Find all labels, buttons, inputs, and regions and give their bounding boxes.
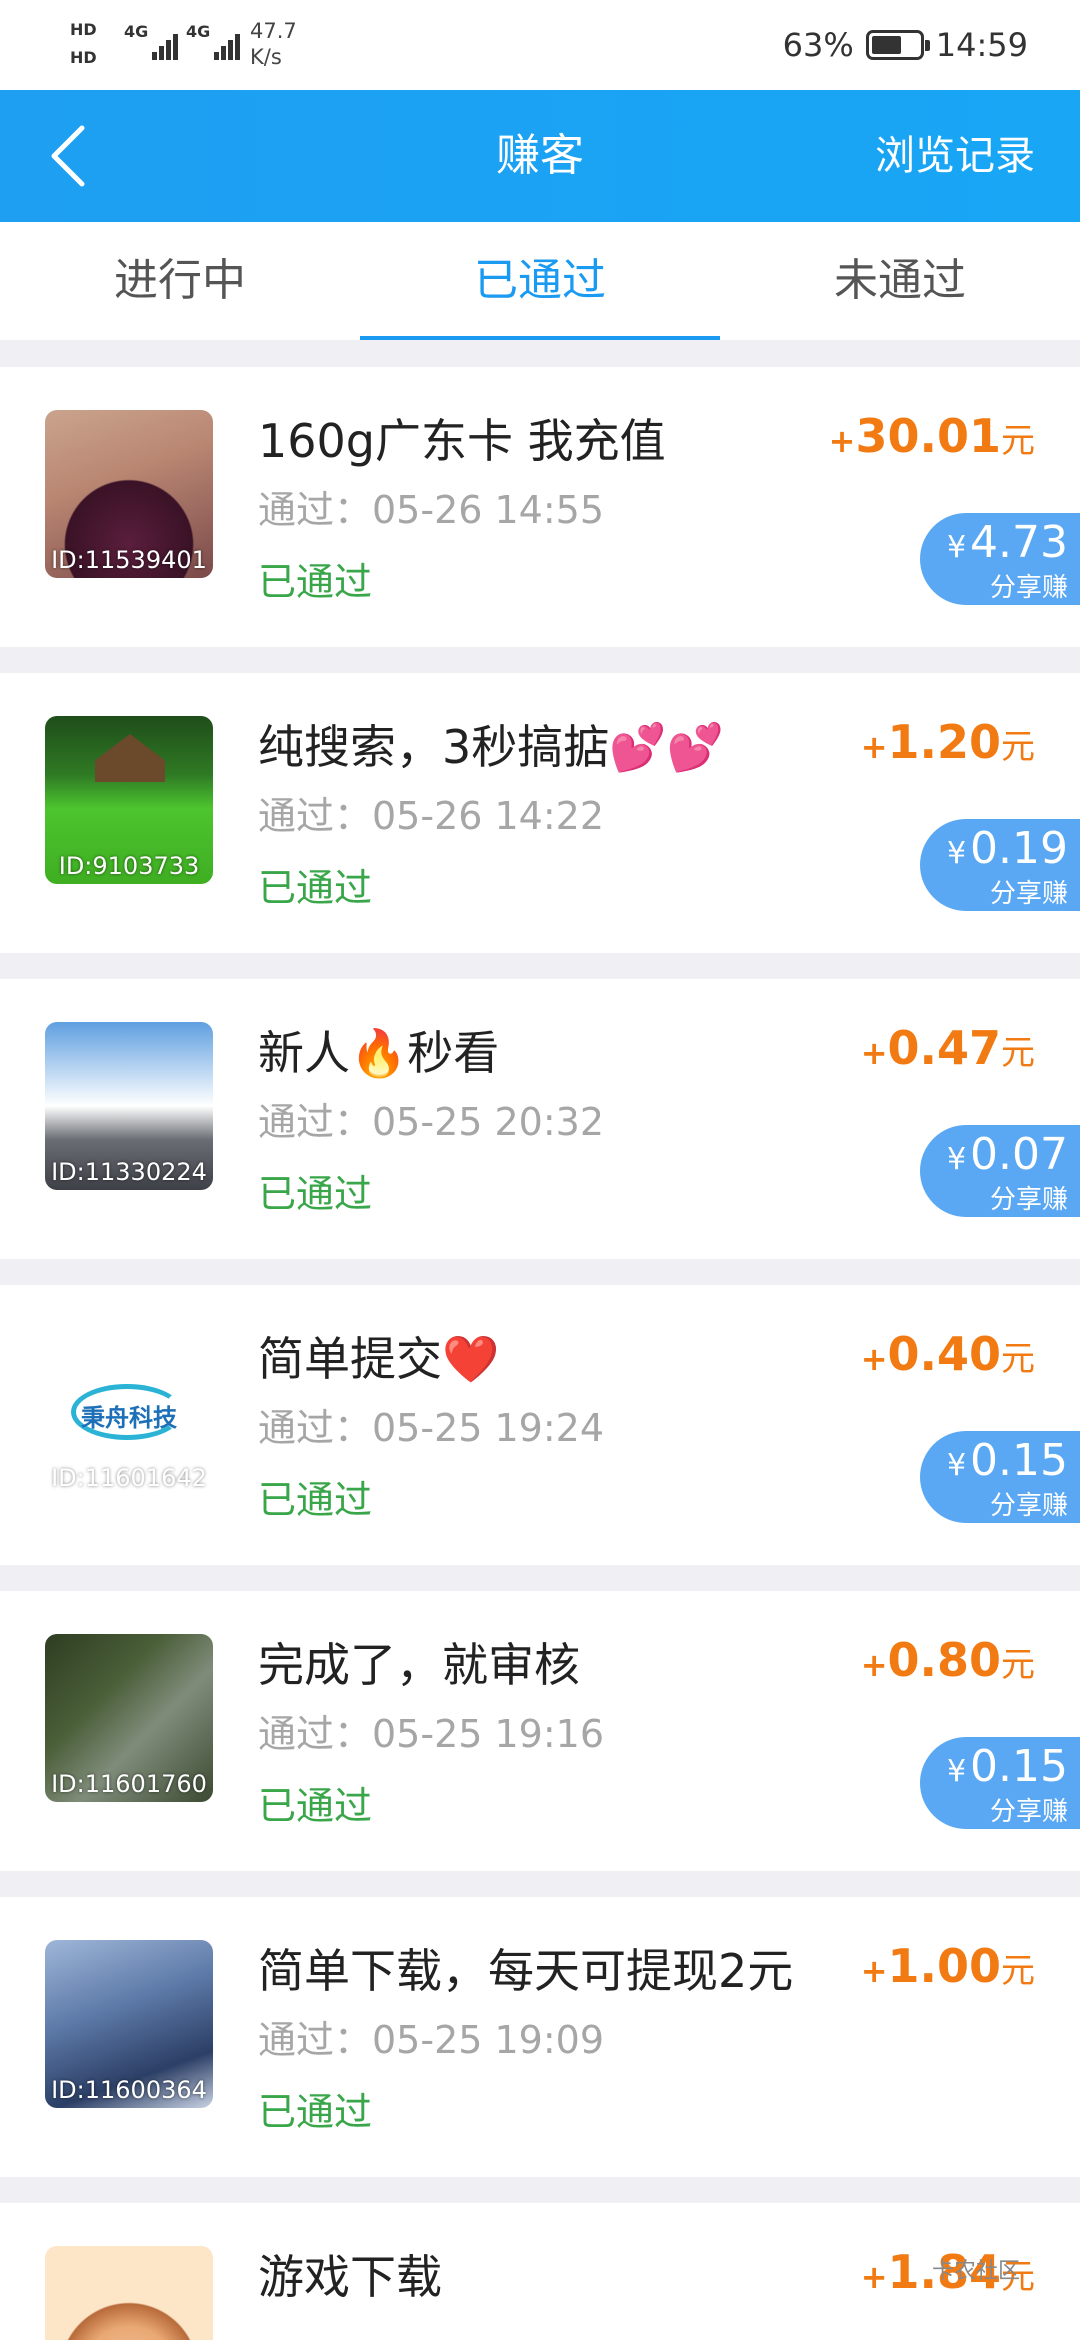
task-card[interactable]: 秉舟科技 ID:11601642 简单提交❤️ 通过：05-25 19:24 已… <box>0 1285 1080 1565</box>
task-thumbnail: 秉舟科技 ID:11601642 <box>45 1328 213 1496</box>
passed-time: 通过：05-25 19:24 <box>258 1406 605 1450</box>
task-title: 纯搜索，3秒搞掂💕💕 <box>258 720 724 774</box>
passed-time: 通过：05-25 19:16 <box>258 1712 605 1756</box>
share-earn-badge[interactable]: ¥4.73 分享赚 <box>920 513 1080 605</box>
passed-time: 通过：05-25 20:32 <box>258 1100 605 1144</box>
task-title: 新人🔥秒看 <box>258 1026 500 1080</box>
reward-amount: +1.20元 <box>860 715 1035 769</box>
task-id: ID:11330224 <box>51 1158 207 1186</box>
status-label: 已通过 <box>258 1478 373 1522</box>
hd1-label: HD <box>70 20 97 39</box>
share-earn-badge[interactable]: ¥0.15 分享赚 <box>920 1431 1080 1523</box>
task-id: ID:11601760 <box>51 1770 207 1798</box>
status-bar: HD HD 4G 4G 47.7 K/s 63% 14:59 <box>0 0 1080 90</box>
browse-history-link[interactable]: 浏览记录 <box>875 90 1035 222</box>
task-card[interactable]: ID:11601760 完成了，就审核 通过：05-25 19:16 已通过 +… <box>0 1591 1080 1871</box>
task-title: 简单提交❤️ <box>258 1332 500 1386</box>
watermark: 卡农社区 <box>931 2259 1020 2284</box>
reward-amount: +1.00元 <box>860 1939 1035 1993</box>
tab-in-progress[interactable]: 进行中 <box>0 222 360 340</box>
task-card[interactable]: 游戏下载 +1.84元 卡农社区 <box>0 2203 1080 2340</box>
task-thumbnail: ID:11330224 <box>45 1022 213 1190</box>
passed-time: 通过：05-26 14:55 <box>258 488 605 532</box>
reward-amount: +30.01元 <box>828 409 1035 463</box>
task-id: ID:11539401 <box>51 546 207 574</box>
status-right: 63% 14:59 <box>783 22 1028 68</box>
share-earn-badge[interactable]: ¥0.07 分享赚 <box>920 1125 1080 1217</box>
task-card[interactable]: ID:9103733 纯搜索，3秒搞掂💕💕 通过：05-26 14:22 已通过… <box>0 673 1080 953</box>
task-thumbnail: ID:11539401 <box>45 410 213 578</box>
tab-failed[interactable]: 未通过 <box>720 222 1080 340</box>
reward-amount: +0.80元 <box>860 1633 1035 1687</box>
status-label: 已通过 <box>258 1784 373 1828</box>
status-label: 已通过 <box>258 2090 373 2134</box>
task-title: 完成了，就审核 <box>258 1638 580 1692</box>
share-earn-badge[interactable]: ¥0.19 分享赚 <box>920 819 1080 911</box>
passed-time: 通过：05-25 19:09 <box>258 2018 605 2062</box>
speed-value: 47.7 <box>250 19 297 43</box>
signal-icon-sim1: 4G <box>124 22 180 64</box>
task-thumbnail: ID:11601760 <box>45 1634 213 1802</box>
speed-unit: K/s <box>250 45 282 69</box>
network-speed: 47.7 K/s <box>250 18 310 70</box>
battery-icon <box>865 30 930 60</box>
task-card[interactable]: ID:11600364 简单下载，每天可提现2元 通过：05-25 19:09 … <box>0 1897 1080 2177</box>
task-title: 游戏下载 <box>258 2250 442 2304</box>
task-title: 160g广东卡 我充值 <box>258 414 666 468</box>
signal-icon-sim2: 4G <box>186 22 242 64</box>
status-label: 已通过 <box>258 560 373 604</box>
task-list: ID:11539401 160g广东卡 我充值 通过：05-26 14:55 已… <box>0 367 1080 2340</box>
battery-percent: 63% <box>782 26 854 64</box>
task-title: 简单下载，每天可提现2元 <box>258 1944 794 1998</box>
reward-amount: +0.40元 <box>860 1327 1035 1381</box>
status-label: 已通过 <box>258 866 373 910</box>
app-header: 赚客 浏览记录 <box>0 90 1080 222</box>
task-id: ID:9103733 <box>58 852 200 880</box>
task-thumbnail <box>45 2246 213 2340</box>
reward-amount: +0.47元 <box>860 1021 1035 1075</box>
passed-time: 通过：05-26 14:22 <box>258 794 605 838</box>
task-thumbnail: ID:11600364 <box>45 1940 213 2108</box>
task-card[interactable]: ID:11330224 新人🔥秒看 通过：05-25 20:32 已通过 +0.… <box>0 979 1080 1259</box>
status-label: 已通过 <box>258 1172 373 1216</box>
task-thumbnail: ID:9103733 <box>45 716 213 884</box>
hd2-label: HD <box>70 48 97 67</box>
clock: 14:59 <box>935 26 1028 64</box>
brand-logo-text: 秉舟科技 <box>81 1404 177 1432</box>
hd-indicators: HD HD <box>70 16 122 76</box>
share-earn-badge[interactable]: ¥0.15 分享赚 <box>920 1737 1080 1829</box>
status-tabs: 进行中 已通过 未通过 <box>0 222 1080 340</box>
task-card[interactable]: ID:11539401 160g广东卡 我充值 通过：05-26 14:55 已… <box>0 367 1080 647</box>
task-id: ID:11600364 <box>51 2076 207 2104</box>
task-id: ID:11601642 <box>51 1464 207 1492</box>
tab-passed[interactable]: 已通过 <box>360 222 720 340</box>
